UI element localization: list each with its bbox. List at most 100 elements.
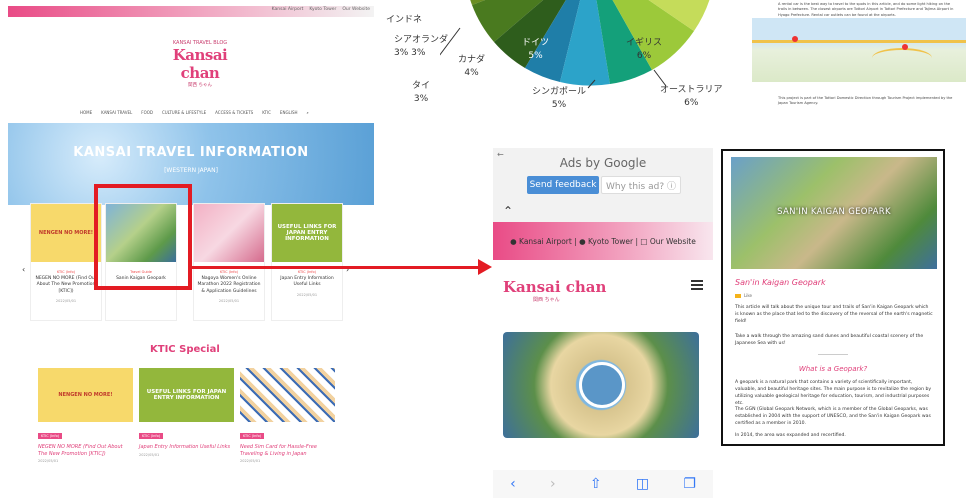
card-date: 2022/05/01 [296, 292, 318, 297]
pie-label-netherlands: シアオランダ 3% 3% [394, 35, 449, 59]
ktic-card-title[interactable]: Need Sim Card for Hassle-Free Traveling … [240, 444, 335, 457]
ktic-card-image: USEFUL LINKS FOR JAPAN ENTRY INFORMATION [139, 368, 234, 422]
phone-page-body: Kansai chan 関西 ちゃん [493, 260, 713, 470]
tabs-icon[interactable]: ❐ [683, 476, 696, 492]
card-image: NENGEN NO MORE! [31, 204, 101, 262]
nav-food[interactable]: FOOD [141, 110, 153, 115]
phone-bottom-toolbar: ‹ › ⇧ ◫ ❐ [493, 470, 713, 498]
topbar-link-kyoto[interactable]: Kyoto Tower [309, 7, 336, 12]
phone-logo-text: Kansai chan [503, 278, 607, 296]
pie-label-australia: オーストラリア 6% [660, 85, 723, 109]
ktic-card[interactable]: NENGEN NO MORE! KTIC (Info) NEGEN NO MOR… [38, 368, 133, 463]
ktic-card-date: 2022/05/01 [139, 452, 160, 457]
article-paragraph: This article will talk about the unique … [735, 305, 933, 325]
ktic-card[interactable]: KTIC (Info) Need Sim Card for Hassle-Fre… [240, 368, 335, 463]
article-hero-image: SAN'IN KAIGAN GEOPARK [731, 157, 937, 269]
back-icon[interactable]: ‹ [510, 476, 516, 492]
pie-label-thailand: タイ 3% [412, 81, 431, 105]
nav-home[interactable]: HOME [80, 110, 92, 115]
pie-label-germany: ドイツ 5% [522, 38, 550, 62]
nav-culture[interactable]: CULTURE & LIFESTYLE [162, 110, 206, 115]
article-screenshot: SAN'IN KAIGAN GEOPARK San'in Kaigan Geop… [721, 149, 945, 446]
card-image [194, 204, 264, 262]
article-hero-title: SAN'IN KAIGAN GEOPARK [777, 207, 891, 217]
nav-access[interactable]: ACCESS & TICKETS [215, 110, 253, 115]
map-pin-icon[interactable] [902, 44, 908, 50]
forward-icon[interactable]: › [550, 476, 556, 492]
like-icon [735, 293, 741, 298]
search-icon[interactable]: ⌕ [307, 110, 309, 115]
topbar-link-airport[interactable]: Kansai Airport [272, 7, 304, 12]
section-heading: What is a Geopark? [798, 365, 868, 373]
ktic-card-tag: KTIC (Info) [240, 433, 265, 439]
article-paragraph: The GGN (Global Geopark Network, which i… [735, 407, 931, 427]
phone-featured-image[interactable] [503, 332, 699, 438]
phone-topbar[interactable]: ● Kansai Airport | ● Kyoto Tower | □ Our… [493, 222, 713, 260]
section-title-ktic: KTIC Special [150, 344, 220, 355]
pie-label-singapore: シンガポール 5% [532, 87, 587, 111]
card-caption: Nagoya Women's Online Marathon 2022 Regi… [197, 276, 261, 294]
carousel-card[interactable]: KTIC (Info) Nagoya Women's Online Marath… [193, 203, 265, 321]
pie-label-canada: カナダ 4% [458, 55, 486, 79]
map-bottom-text: This project is part of the Tottori Dome… [778, 96, 953, 106]
ktic-card-title[interactable]: Japan Entry Information Useful Links [139, 444, 234, 451]
article-paragraph: In 2014, the area was expanded and recer… [735, 433, 846, 438]
logo-text: Kansai chan [172, 46, 228, 82]
red-arrow-line [190, 266, 480, 269]
article-paragraph: A geopark is a natural park that contain… [735, 380, 932, 407]
map-snippet: A rental car is the best way to travel t… [750, 0, 967, 110]
map-pin-icon[interactable] [792, 36, 798, 42]
carousel-card[interactable]: USEFUL LINKS FOR JAPAN ENTRY INFORMATION… [271, 203, 343, 321]
like-button[interactable]: Like [735, 293, 752, 298]
main-nav: HOME KANSAI TRAVEL FOOD CULTURE & LIFEST… [80, 110, 309, 115]
ktic-card-image: NENGEN NO MORE! [38, 368, 133, 422]
divider [818, 354, 848, 355]
ktic-card-tag: KTIC (Info) [38, 433, 63, 439]
ktic-card-date: 2022/05/01 [38, 459, 59, 463]
map-road [872, 48, 932, 68]
site-logo[interactable]: KANSAI TRAVEL BLOG Kansai chan 関西 ちゃん [160, 40, 240, 88]
pie-label-uk: イギリス 6% [626, 38, 663, 62]
card-caption: Japan Entry Information Useful Links [280, 276, 334, 288]
like-label: Like [744, 293, 752, 298]
ktic-card-image [240, 368, 335, 422]
phone-screenshot: ← Ads by Google Send feedback Why this a… [493, 148, 713, 498]
ads-by-google: Ads by Google [559, 156, 647, 170]
ktic-card-tag: KTIC (Info) [139, 433, 164, 439]
hero-subtitle: [WESTERN JAPAN] [164, 167, 218, 174]
phone-logo[interactable]: Kansai chan 関西 ちゃん [503, 278, 606, 303]
bookmarks-icon[interactable]: ◫ [636, 476, 649, 492]
ktic-card-title[interactable]: NEGEN NO MORE (Find Out About The New Pr… [38, 444, 133, 457]
send-feedback-button[interactable]: Send feedback [527, 176, 599, 194]
hero-title: KANSAI TRAVEL INFORMATION [73, 145, 309, 160]
phone-logo-jp: 関西 ちゃん [533, 297, 560, 303]
topbar-link-website[interactable]: Our Website [342, 7, 370, 12]
card-caption: NEGEN NO MORE (Find Out About The New Pr… [35, 276, 97, 294]
carousel-card[interactable]: NENGEN NO MORE! KTIC (Info) NEGEN NO MOR… [30, 203, 102, 321]
why-this-ad-button[interactable]: Why this ad? ⓘ [601, 176, 681, 194]
card-date: 2022/05/01 [55, 298, 77, 303]
article-title: San'in Kaigan Geopark [735, 278, 826, 287]
red-arrow-head [478, 259, 492, 275]
nav-ktic[interactable]: KTIC [262, 110, 271, 115]
collapse-chevron-icon[interactable]: ⌃ [503, 204, 513, 218]
nav-english[interactable]: ENGLISH [280, 110, 298, 115]
map-road [752, 40, 966, 43]
badge-icon [579, 362, 625, 408]
highlight-box [94, 184, 192, 290]
topbar-links: Kansai Airport Kyoto Tower Our Website [272, 7, 370, 12]
pie-label-indonesia: インドネ [386, 15, 423, 25]
card-date: 2022/05/01 [218, 298, 240, 303]
ktic-card[interactable]: USEFUL LINKS FOR JAPAN ENTRY INFORMATION… [139, 368, 234, 458]
share-icon[interactable]: ⇧ [590, 476, 602, 492]
map-image [752, 18, 966, 82]
ktic-card-date: 2022/05/01 [240, 459, 261, 463]
logo-jp: 関西 ちゃん [188, 83, 212, 88]
article-paragraph: Take a walk through the amazing sand dun… [735, 334, 924, 347]
nav-kansai-travel[interactable]: KANSAI TRAVEL [101, 110, 132, 115]
hamburger-menu-icon[interactable] [691, 280, 703, 290]
map-top-text: A rental car is the best way to travel t… [778, 2, 954, 17]
carousel-prev-icon[interactable]: ‹ [22, 265, 25, 274]
card-image: USEFUL LINKS FOR JAPAN ENTRY INFORMATION [272, 204, 342, 262]
desktop-site-screenshot: Kansai Airport Kyoto Tower Our Website K… [0, 0, 378, 498]
